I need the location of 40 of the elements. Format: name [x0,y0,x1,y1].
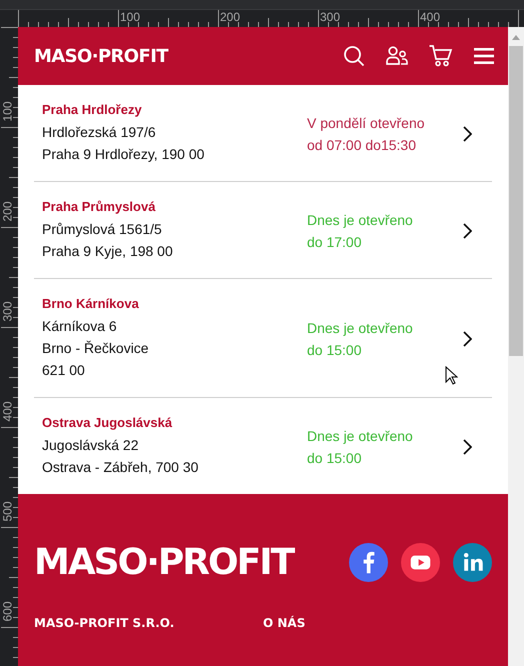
ruler-label: 100 [120,11,140,24]
scrollbar[interactable] [508,27,524,666]
ruler-label: 300 [2,300,14,324]
opening-hours: Dnes je otevřeno do 15:00 [307,318,414,360]
branch-name[interactable]: Ostrava Jugoslávská [42,415,307,430]
branch-name[interactable]: Praha Hrdlořezy [42,102,307,117]
footer-heading[interactable]: MASO-PROFIT S.R.O. [34,616,263,630]
ruler-label: 500 [2,500,14,524]
logo[interactable]: MASO·PROFIT [34,46,168,66]
users-icon[interactable] [386,46,408,66]
branch-address: Kárníkova 6 Brno - Řečkovice 621 00 [42,317,150,380]
ruler-label: 300 [320,11,340,24]
ruler-label: 100 [2,100,14,124]
branch-name[interactable]: Brno Kárníkova [42,296,307,311]
ruler-label: 600 [2,600,14,624]
ruler-label: 200 [2,200,14,224]
ruler-label: 200 [220,11,240,24]
chevron-icon[interactable] [463,222,472,238]
chevron-icon[interactable] [463,330,472,346]
branch-name[interactable]: Praha Průmyslová [42,199,307,214]
chevron-icon[interactable] [463,438,472,454]
cart-icon[interactable] [429,45,453,67]
footer-logo: MASO·PROFIT [34,542,294,583]
ruler-label: 400 [420,11,440,24]
opening-hours: Dnes je otevřeno do 15:00 [307,426,414,468]
branch-address: Jugoslávská 22 Ostrava - Zábřeh, 700 30 [42,436,200,477]
facebook-icon[interactable] [349,543,388,582]
menu-icon[interactable] [474,47,494,65]
footer-heading[interactable]: O NÁS [263,616,492,630]
cursor-icon [445,366,458,385]
opening-hours: V pondělí otevřeno od 07:00 do15:30 [307,114,426,154]
opening-hours: Dnes je otevřeno do 17:00 [307,210,414,252]
ruler-label: 400 [2,400,14,424]
linkedin-icon[interactable] [453,543,492,582]
youtube-icon[interactable] [401,543,440,582]
search-icon[interactable] [343,45,365,67]
branch-address: Průmyslová 1561/5 Praha 9 Kyje, 198 00 [42,220,174,261]
branch-address: Hrdlořezská 197/6 Praha 9 Hrdlořezy, 190 00 [42,123,206,164]
scroll-thumb[interactable] [509,46,523,356]
chevron-icon[interactable] [463,126,472,142]
